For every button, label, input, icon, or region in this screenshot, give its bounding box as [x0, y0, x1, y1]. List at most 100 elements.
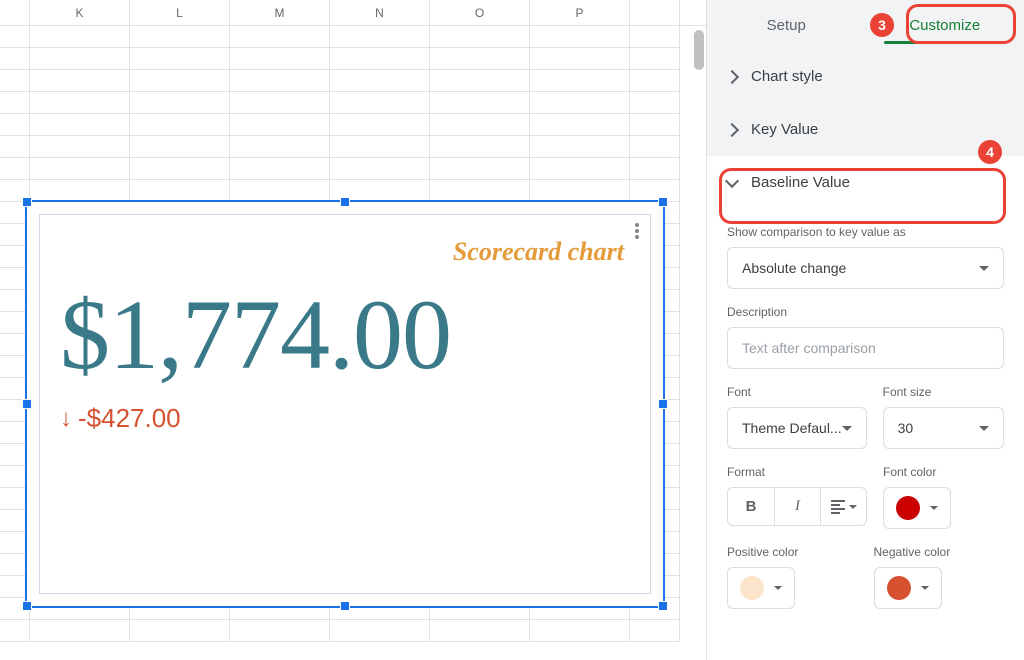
cell[interactable]	[530, 26, 630, 48]
cell[interactable]	[630, 136, 680, 158]
cell[interactable]	[30, 180, 130, 202]
cell[interactable]	[630, 180, 680, 202]
cell[interactable]	[430, 48, 530, 70]
chart-more-menu[interactable]	[630, 221, 644, 241]
cell[interactable]	[330, 70, 430, 92]
resize-handle-tr[interactable]	[658, 197, 668, 207]
section-key-value[interactable]: Key Value	[707, 103, 1024, 156]
cell[interactable]	[130, 114, 230, 136]
cell[interactable]	[630, 48, 680, 70]
cell[interactable]	[430, 92, 530, 114]
cell[interactable]	[130, 26, 230, 48]
resize-handle-bm[interactable]	[340, 601, 350, 611]
cell[interactable]	[0, 92, 30, 114]
cell[interactable]	[430, 158, 530, 180]
scrollbar-thumb[interactable]	[694, 30, 704, 70]
resize-handle-ml[interactable]	[22, 399, 32, 409]
cell[interactable]	[230, 92, 330, 114]
col-header-blank[interactable]	[0, 0, 30, 25]
cell[interactable]	[630, 92, 680, 114]
cell[interactable]	[130, 70, 230, 92]
cell[interactable]	[630, 620, 680, 642]
cell[interactable]	[330, 136, 430, 158]
cell[interactable]	[30, 48, 130, 70]
vertical-scrollbar[interactable]	[692, 26, 706, 660]
cell[interactable]	[530, 48, 630, 70]
cell[interactable]	[130, 92, 230, 114]
cell[interactable]	[630, 70, 680, 92]
cell[interactable]	[330, 48, 430, 70]
format-bold-button[interactable]: B	[728, 488, 774, 525]
cell[interactable]	[130, 48, 230, 70]
cell[interactable]	[0, 48, 30, 70]
cell[interactable]	[330, 26, 430, 48]
cell[interactable]	[0, 620, 30, 642]
cell[interactable]	[230, 180, 330, 202]
cell[interactable]	[230, 48, 330, 70]
format-align-button[interactable]	[820, 488, 866, 525]
cell[interactable]	[30, 136, 130, 158]
cell[interactable]	[330, 114, 430, 136]
col-header-k[interactable]: K	[30, 0, 130, 25]
positive-color-picker[interactable]	[727, 567, 795, 609]
cell[interactable]	[130, 136, 230, 158]
cell[interactable]	[230, 26, 330, 48]
resize-handle-mr[interactable]	[658, 399, 668, 409]
cell[interactable]	[30, 26, 130, 48]
chart-body[interactable]: Scorecard chart $1,774.00 ↓ -$427.00	[39, 214, 651, 594]
col-header-o[interactable]: O	[430, 0, 530, 25]
cell[interactable]	[330, 158, 430, 180]
cell[interactable]	[130, 180, 230, 202]
font-color-picker[interactable]	[883, 487, 951, 529]
cell[interactable]	[0, 26, 30, 48]
description-input[interactable]	[727, 327, 1004, 369]
col-header-l[interactable]: L	[130, 0, 230, 25]
cell[interactable]	[430, 136, 530, 158]
font-size-select[interactable]: 30	[883, 407, 1004, 449]
col-header-n[interactable]: N	[330, 0, 430, 25]
negative-color-picker[interactable]	[874, 567, 942, 609]
resize-handle-tl[interactable]	[22, 197, 32, 207]
cell[interactable]	[430, 620, 530, 642]
font-select[interactable]: Theme Defaul...	[727, 407, 867, 449]
cell[interactable]	[430, 114, 530, 136]
cell[interactable]	[530, 158, 630, 180]
cell[interactable]	[530, 180, 630, 202]
cell[interactable]	[630, 26, 680, 48]
cell[interactable]	[530, 620, 630, 642]
cell[interactable]	[0, 136, 30, 158]
cell[interactable]	[230, 70, 330, 92]
format-italic-button[interactable]: I	[774, 488, 820, 525]
resize-handle-bl[interactable]	[22, 601, 32, 611]
cell[interactable]	[530, 70, 630, 92]
cell[interactable]	[0, 70, 30, 92]
cell[interactable]	[330, 92, 430, 114]
section-chart-style[interactable]: Chart style	[707, 50, 1024, 103]
cell[interactable]	[430, 180, 530, 202]
cell[interactable]	[630, 158, 680, 180]
cell[interactable]	[430, 26, 530, 48]
cell[interactable]	[130, 158, 230, 180]
cell[interactable]	[630, 114, 680, 136]
cell[interactable]	[430, 70, 530, 92]
resize-handle-tm[interactable]	[340, 197, 350, 207]
show-comparison-select[interactable]: Absolute change	[727, 247, 1004, 289]
cell[interactable]	[230, 158, 330, 180]
col-header-m[interactable]: M	[230, 0, 330, 25]
cell[interactable]	[30, 92, 130, 114]
col-header-blank2[interactable]	[630, 0, 680, 25]
cell[interactable]	[530, 114, 630, 136]
col-header-p[interactable]: P	[530, 0, 630, 25]
cell[interactable]	[30, 620, 130, 642]
cell[interactable]	[530, 92, 630, 114]
cell[interactable]	[0, 114, 30, 136]
cell[interactable]	[0, 158, 30, 180]
cell[interactable]	[230, 620, 330, 642]
cell[interactable]	[130, 620, 230, 642]
cell[interactable]	[230, 136, 330, 158]
cell[interactable]	[330, 620, 430, 642]
tab-setup[interactable]: Setup	[707, 3, 866, 48]
cell[interactable]	[30, 158, 130, 180]
cell[interactable]	[30, 70, 130, 92]
cell[interactable]	[530, 136, 630, 158]
